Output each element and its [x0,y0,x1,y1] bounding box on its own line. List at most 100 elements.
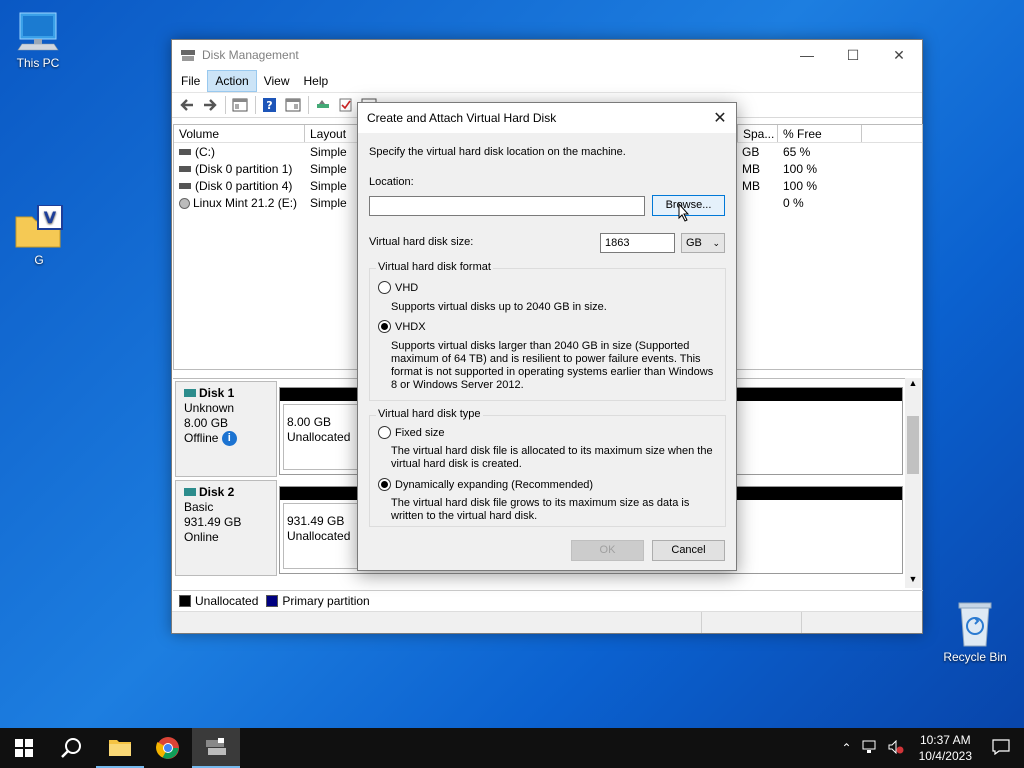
desktop-icon-label: This PC [16,56,60,70]
menu-view[interactable]: View [257,71,297,91]
notification-icon[interactable] [982,738,1024,758]
maximize-button[interactable]: ☐ [830,40,876,70]
vhdx-radio[interactable]: VHDX [378,320,426,333]
column-layout[interactable]: Layout [305,125,360,142]
network-icon[interactable] [857,740,883,757]
dynamic-radio[interactable]: Dynamically expanding (Recommended) [378,478,593,491]
legend-primary: Primary partition [282,593,370,608]
size-input[interactable] [600,233,675,253]
desktop-icon-this-pc[interactable]: This PC [0,10,76,70]
disk-management-taskbar-button[interactable] [192,728,240,768]
connect-icon[interactable] [312,95,334,115]
fixed-size-radio[interactable]: Fixed size [378,426,445,439]
disk-size: 931.49 GB [184,515,242,529]
volume-free: 65 % [783,144,811,159]
console-tree-icon[interactable] [229,95,251,115]
mouse-cursor-icon [678,202,690,226]
file-explorer-button[interactable] [96,728,144,768]
column-percent-free[interactable]: % Free [778,125,862,142]
start-button[interactable] [0,728,48,768]
legend-unallocated: Unallocated [195,593,259,608]
location-input[interactable] [369,196,645,216]
dialog-title: Create and Attach Virtual Hard Disk [367,111,557,125]
disk-2-info[interactable]: Disk 2 Basic 931.49 GB Online [175,480,277,576]
scroll-down-icon: ▼ [908,574,918,584]
search-button[interactable] [48,728,96,768]
legend: Unallocated Primary partition [173,590,923,610]
menu-action[interactable]: Action [207,70,257,92]
volume-layout: Simple [310,178,347,193]
recycle-bin-icon [955,600,995,648]
close-button[interactable]: ✕ [876,40,922,70]
disk-name: Disk 1 [184,386,268,401]
taskbar: ⌃ 10:37 AM 10/4/2023 [0,728,1024,768]
disk-type: Basic [184,500,214,514]
size-label: Virtual hard disk size: [369,236,474,248]
volume-space: GB [742,144,760,159]
disk-name: Disk 2 [184,485,268,500]
back-arrow-icon[interactable] [176,95,198,115]
dialog-close-button[interactable]: ✕ [704,108,736,128]
disk-status: Online [184,530,219,544]
size-unit-value: GB [686,237,702,249]
cancel-button[interactable]: Cancel [652,540,725,561]
dialog-titlebar[interactable]: Create and Attach Virtual Hard Disk ✕ [358,103,736,133]
chrome-button[interactable] [144,728,192,768]
info-icon[interactable]: i [221,431,237,447]
legend-swatch-unallocated [179,594,191,607]
drive-icon [179,149,191,156]
window-title: Disk Management [202,48,299,62]
fixed-size-description: The virtual hard disk file is allocated … [391,445,713,470]
instruction-text: Specify the virtual hard disk location o… [369,146,626,158]
volume-layout: Simple [310,161,347,176]
system-tray: ⌃ 10:37 AM 10/4/2023 [837,728,1024,768]
chevron-down-icon: ⌄ [712,237,720,248]
scroll-thumb [907,416,919,474]
drive-icon [179,183,191,190]
disk-1-info[interactable]: Disk 1 Unknown 8.00 GB Offline i [175,381,277,477]
menu-bar: File Action View Help [172,70,922,92]
column-free-space[interactable]: Spa... [737,125,778,142]
vhdx-description: Supports virtual disks larger than 2040 … [391,340,714,391]
window-titlebar[interactable]: Disk Management — ☐ ✕ [172,40,922,70]
desktop-icon-g[interactable]: V G [1,204,77,267]
type-group-label: Virtual hard disk type [376,408,483,420]
vhd-radio[interactable]: VHD [378,281,418,294]
menu-file[interactable]: File [174,71,207,91]
column-volume[interactable]: Volume [174,125,305,142]
forward-arrow-icon[interactable] [199,95,221,115]
scroll-up-icon: ▲ [908,378,918,388]
format-group: Virtual hard disk format VHD Supports vi… [369,261,726,401]
legend-swatch-primary [266,594,279,607]
desktop-icon-label: G [34,253,44,267]
drive-icon [179,166,191,173]
properties-icon[interactable] [282,95,304,115]
search-icon [61,738,81,758]
size-unit-select[interactable]: GB ⌄ [681,233,725,253]
file-explorer-icon [109,740,131,756]
volume-name: (Disk 0 partition 1) [174,162,305,176]
volume-free: 0 % [783,195,804,210]
volume-muted-icon[interactable] [883,739,909,757]
volume-name: Linux Mint 21.2 (E:) [174,196,305,210]
volume-free: 100 % [783,161,818,176]
help-icon[interactable]: ? [259,95,281,115]
check-disk-icon[interactable] [335,95,357,115]
disk-map-scrollbar[interactable]: ▲ ▼ [905,378,921,588]
svg-text:?: ? [266,99,272,112]
chevron-up-icon[interactable]: ⌃ [837,741,857,755]
volume-name: (C:) [174,145,305,159]
menu-help[interactable]: Help [297,71,336,91]
status-bar [172,611,922,633]
ok-button[interactable]: OK [571,540,644,561]
volume-space: MB [742,161,760,176]
windows-logo-icon [15,739,33,757]
chrome-icon [156,737,179,759]
type-group: Virtual hard disk type Fixed size The vi… [369,408,726,527]
minimize-button[interactable]: — [784,40,830,70]
clock[interactable]: 10:37 AM 10/4/2023 [909,732,982,764]
disk-type: Unknown [184,401,235,415]
desktop-icon-recycle-bin[interactable]: Recycle Bin [937,600,1013,664]
svg-text:V: V [44,208,57,227]
disk-management-icon [180,48,196,62]
